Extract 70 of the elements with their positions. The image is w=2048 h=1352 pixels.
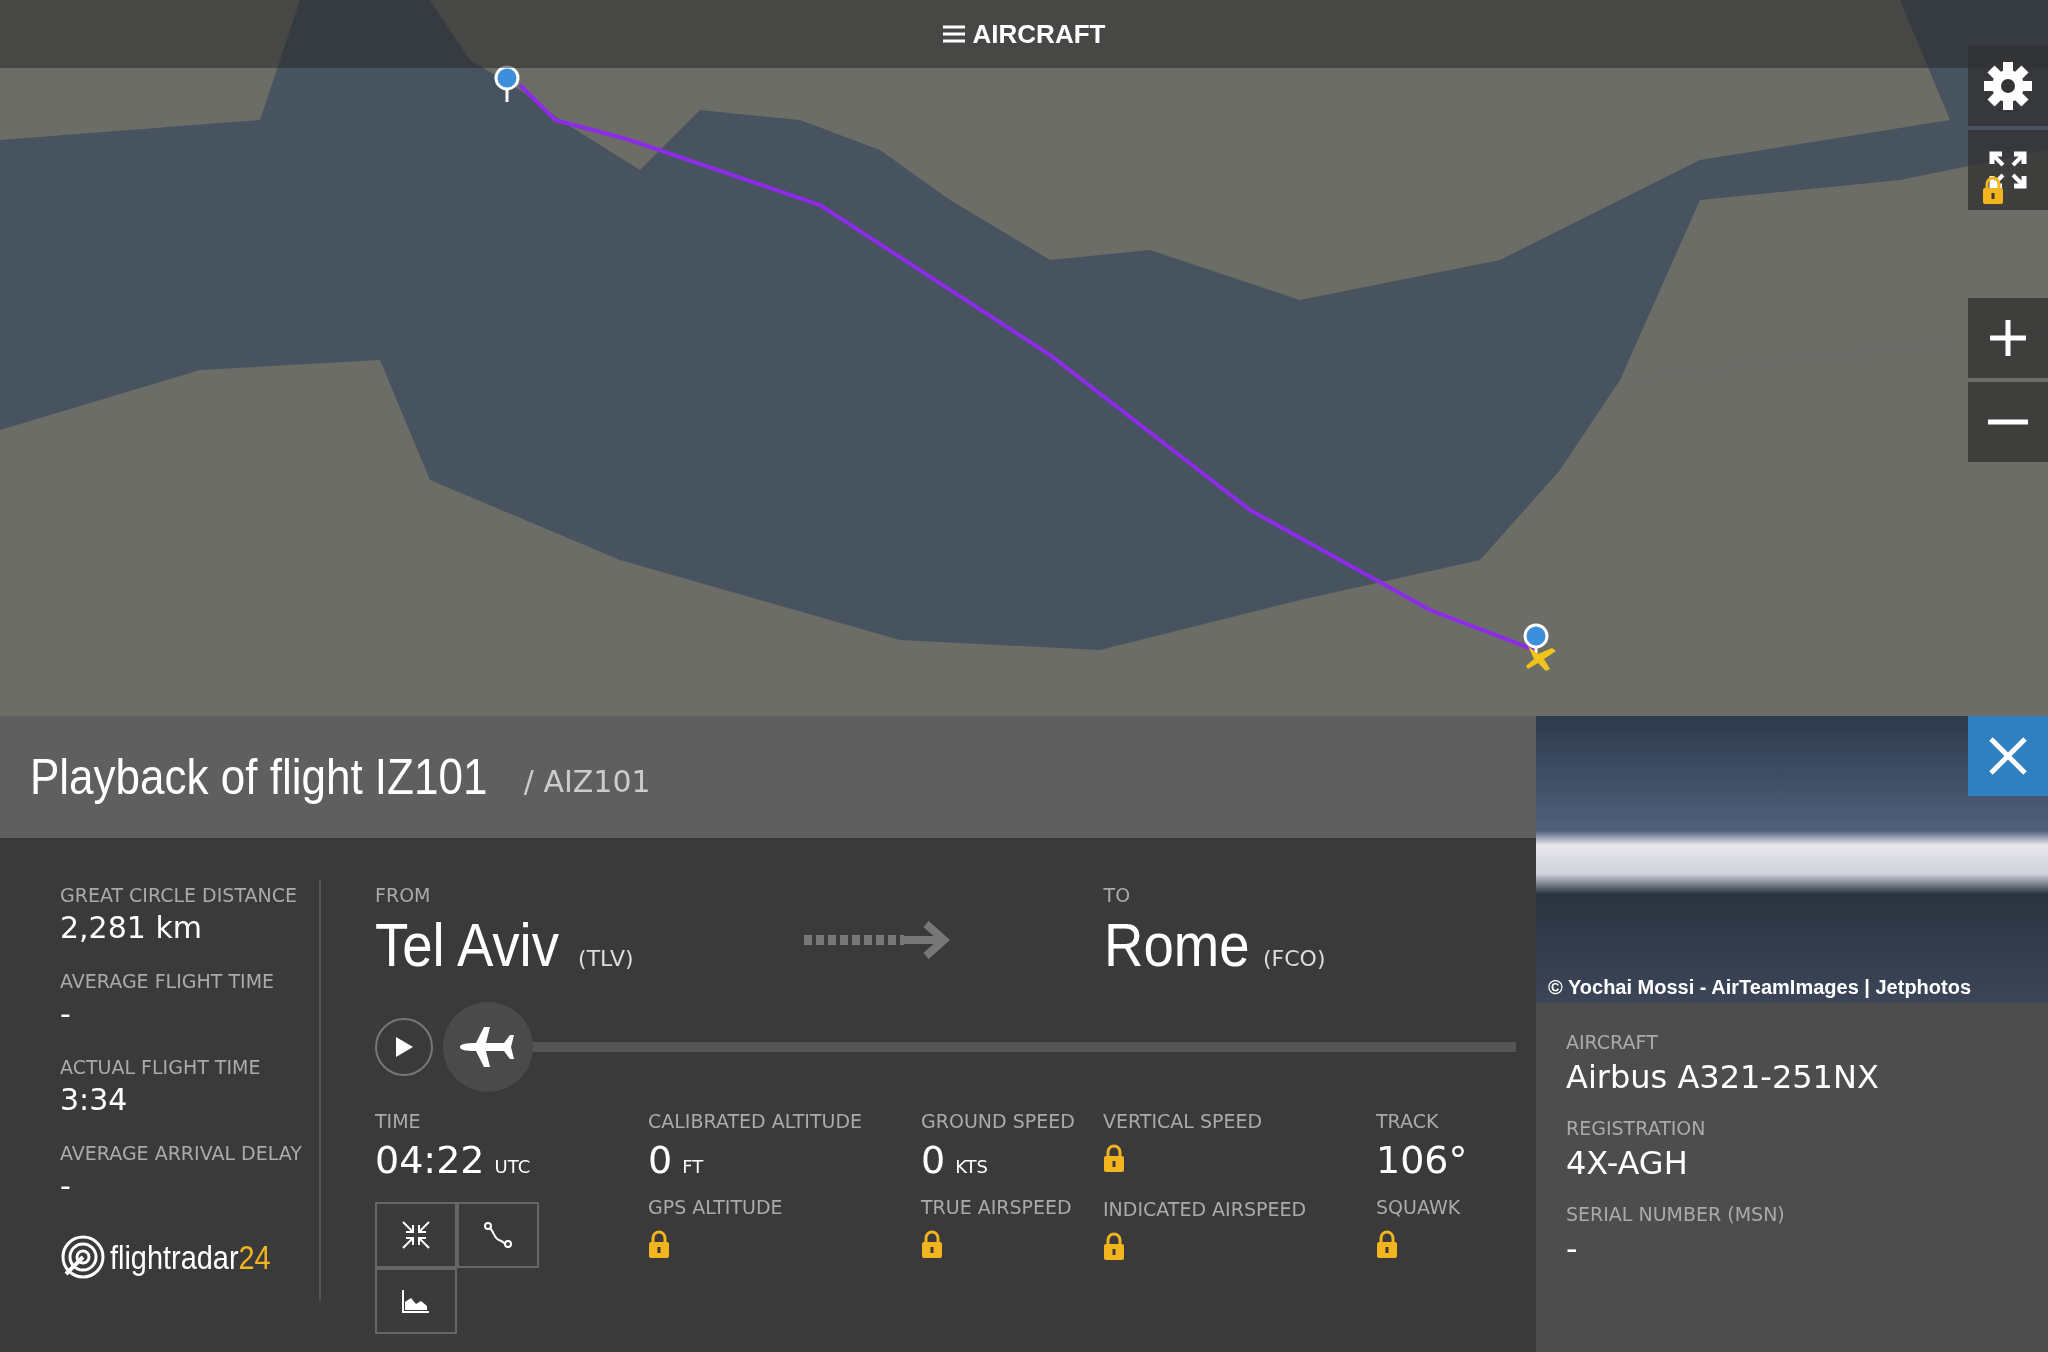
settings-icon: [1983, 61, 2033, 111]
destination-city: Rome: [1103, 910, 1250, 980]
collapse-button[interactable]: [375, 1202, 457, 1268]
area-chart-icon: [401, 1288, 431, 1314]
stat-value: 3:34: [60, 1082, 129, 1118]
stat-label: INDICATED AIRSPEED: [1103, 1197, 1308, 1222]
stat-label: TIME: [375, 1109, 422, 1134]
lock-icon: [1103, 1144, 1125, 1172]
stat-label: VERTICAL SPEED: [1103, 1109, 1264, 1134]
menu-icon[interactable]: [942, 24, 965, 44]
flight-title: Playback of flight IZ101: [30, 748, 488, 806]
close-icon: [1988, 736, 2028, 776]
radar-logo-icon: [60, 1234, 106, 1280]
chart-button[interactable]: [375, 1268, 457, 1334]
field-label: AIRCRAFT: [1566, 1030, 1659, 1055]
origin-city: Tel Aviv: [375, 910, 559, 980]
stat-value: -: [60, 1168, 72, 1204]
unit-label: FT: [682, 1156, 704, 1177]
aircraft-menu-label[interactable]: AIRCRAFT: [972, 18, 1106, 50]
unit-label: UTC: [494, 1156, 531, 1177]
airport-code: (FCO): [1262, 946, 1326, 971]
stat-value: 04:22: [375, 1137, 485, 1184]
stat-label: AVERAGE FLIGHT TIME: [60, 969, 276, 994]
unit-label: KTS: [955, 1156, 988, 1177]
stat-label: CALIBRATED ALTITUDE: [648, 1109, 864, 1134]
fullscreen-icon: [1988, 150, 2028, 190]
lock-icon: [921, 1230, 943, 1258]
lock-icon: [1376, 1230, 1398, 1258]
stat-value: 106°: [1376, 1137, 1468, 1184]
stat-value: 0: [921, 1137, 946, 1184]
stat-label: TRACK: [1376, 1109, 1440, 1134]
play-button[interactable]: [375, 1018, 433, 1076]
route-button[interactable]: [457, 1202, 539, 1268]
route-icon: [483, 1220, 513, 1250]
stat-value: -: [60, 996, 72, 1032]
field-value: -: [1566, 1229, 1579, 1269]
settings-button[interactable]: [1968, 46, 2048, 126]
field-value: Airbus A321-251NX: [1566, 1057, 1880, 1097]
callsign: / AIZ101: [523, 762, 651, 799]
stat-label: TRUE AIRSPEED: [921, 1195, 1073, 1220]
field-value: 4X-AGH: [1566, 1143, 1689, 1183]
stat-label: GPS ALTITUDE: [648, 1195, 784, 1220]
logo-text: flightradar24: [110, 1237, 271, 1277]
origin-label: FROM: [375, 883, 432, 908]
zoom-in-button[interactable]: [1968, 298, 2048, 378]
zoom-out-button[interactable]: [1968, 382, 2048, 462]
zoom-out-icon: [1988, 418, 2028, 426]
fullscreen-button[interactable]: [1968, 130, 2048, 210]
photo-credit: © Yochai Mossi - AirTeamImages | Jetphotos: [1547, 976, 1972, 1000]
stat-value: 2,281 km: [60, 910, 204, 946]
stat-label: AVERAGE ARRIVAL DELAY: [60, 1141, 303, 1166]
lock-badge-icon: [1982, 176, 2004, 204]
stat-value: 0: [648, 1137, 673, 1184]
stat-label: GREAT CIRCLE DISTANCE: [60, 883, 299, 908]
close-button[interactable]: [1968, 716, 2048, 796]
zoom-in-icon: [1988, 318, 2028, 358]
stat-label: ACTUAL FLIGHT TIME: [60, 1055, 262, 1080]
lock-icon: [1103, 1232, 1125, 1260]
lock-icon: [648, 1230, 670, 1258]
stat-label: GROUND SPEED: [921, 1109, 1076, 1134]
destination-pin-icon: [494, 65, 520, 102]
destination-label: TO: [1103, 883, 1132, 908]
plane-icon[interactable]: [1526, 646, 1556, 671]
play-icon: [394, 1036, 414, 1058]
stat-label: SQUAWK: [1376, 1195, 1462, 1220]
map[interactable]: AIRCRAFT: [0, 0, 2048, 716]
field-label: REGISTRATION: [1566, 1116, 1707, 1141]
collapse-arrows-icon: [401, 1220, 431, 1250]
airport-code: (TLV): [578, 946, 634, 971]
field-label: SERIAL NUMBER (MSN): [1566, 1202, 1786, 1227]
